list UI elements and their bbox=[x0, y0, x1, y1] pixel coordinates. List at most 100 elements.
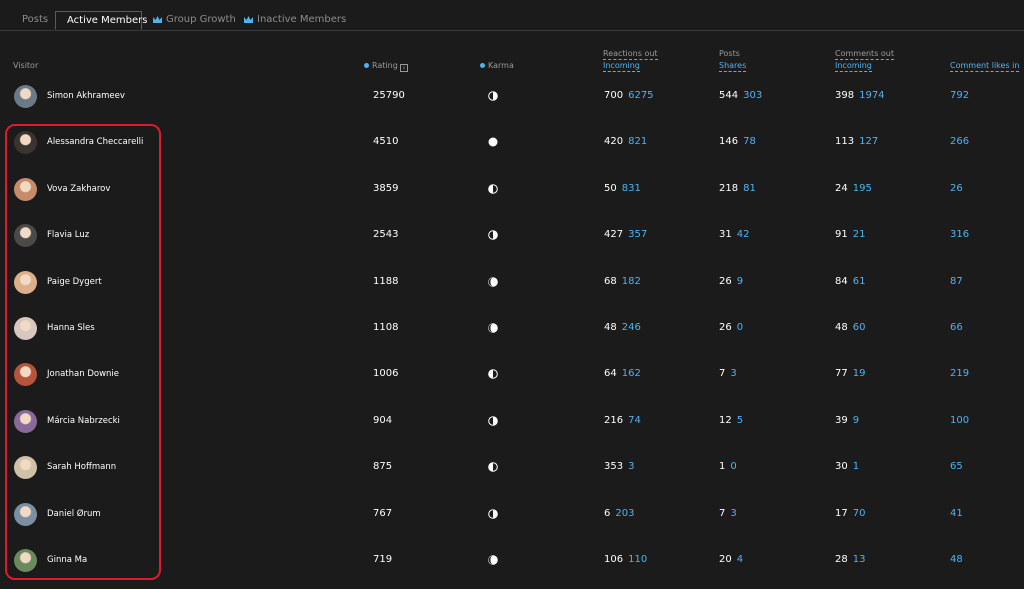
reactions-incoming-value[interactable]: 821 bbox=[628, 136, 647, 147]
tab-inactive-members[interactable]: Inactive Members bbox=[244, 11, 346, 30]
posts-value: 7 bbox=[719, 507, 726, 519]
reactions-incoming-value[interactable]: 110 bbox=[628, 554, 647, 565]
shares-value[interactable]: 3 bbox=[730, 508, 736, 519]
comment-likes-value[interactable]: 219 bbox=[950, 368, 969, 379]
tab-bar: Posts Active Members Group Growth Inacti… bbox=[0, 0, 1024, 31]
crown-icon bbox=[244, 16, 253, 23]
shares-value[interactable]: 81 bbox=[743, 183, 756, 194]
shares-value[interactable]: 0 bbox=[737, 322, 743, 333]
comment-likes-value[interactable]: 41 bbox=[950, 508, 963, 519]
shares-value[interactable]: 303 bbox=[743, 90, 762, 101]
karma-moon-icon bbox=[488, 230, 498, 240]
comment-likes-value[interactable]: 100 bbox=[950, 415, 969, 426]
column-header-shares[interactable]: Shares bbox=[719, 61, 747, 72]
reactions-cell: 64 162 bbox=[604, 368, 641, 379]
posts-value: 544 bbox=[719, 90, 739, 101]
tab-posts[interactable]: Posts bbox=[22, 11, 48, 30]
avatar[interactable] bbox=[14, 85, 37, 108]
reactions-incoming-value[interactable]: 357 bbox=[628, 229, 647, 240]
reactions-incoming-value[interactable]: 831 bbox=[622, 183, 641, 194]
reactions-incoming-value[interactable]: 162 bbox=[622, 368, 641, 379]
posts-cell: 26 9 bbox=[719, 276, 743, 287]
shares-value[interactable]: 5 bbox=[737, 415, 743, 426]
tab-group-growth[interactable]: Group Growth bbox=[153, 11, 236, 30]
shares-value[interactable]: 78 bbox=[743, 136, 756, 147]
rating-value: 3859 bbox=[373, 182, 399, 194]
posts-cell: 218 81 bbox=[719, 183, 756, 194]
column-header-comment-likes-in[interactable]: Comment likes in bbox=[950, 61, 1020, 72]
column-header-comments-incoming[interactable]: Incoming bbox=[835, 61, 872, 72]
shares-value[interactable]: 42 bbox=[737, 229, 750, 240]
comment-likes-value[interactable]: 48 bbox=[950, 554, 963, 565]
rating-value: 719 bbox=[373, 554, 393, 565]
comments-incoming-value[interactable]: 61 bbox=[853, 276, 866, 287]
shares-value[interactable]: 4 bbox=[737, 554, 743, 565]
reactions-cell: 6 203 bbox=[604, 508, 634, 519]
reactions-cell: 700 6275 bbox=[604, 90, 654, 101]
comments-cell: 91 21 bbox=[835, 229, 865, 240]
comments-cell: 17 70 bbox=[835, 508, 865, 519]
comments-incoming-value[interactable]: 21 bbox=[853, 229, 866, 240]
reactions-out-value: 700 bbox=[604, 90, 624, 101]
column-header-posts[interactable]: Posts bbox=[719, 49, 740, 59]
comments-cell: 30 1 bbox=[835, 461, 859, 472]
column-header-comments-out[interactable]: Comments out bbox=[835, 49, 895, 60]
comments-incoming-value[interactable]: 127 bbox=[859, 136, 878, 147]
column-header-karma[interactable]: Karma bbox=[480, 61, 514, 70]
comments-out-value: 17 bbox=[835, 507, 848, 519]
comments-out-value: 24 bbox=[835, 182, 848, 194]
shares-value[interactable]: 3 bbox=[730, 368, 736, 379]
tab-inactive-members-label: Inactive Members bbox=[257, 14, 347, 25]
posts-cell: 12 5 bbox=[719, 415, 743, 426]
comment-likes-value[interactable]: 66 bbox=[950, 322, 963, 333]
member-name-link[interactable]: Simon Akhrameev bbox=[47, 91, 125, 101]
reactions-cell: 427 357 bbox=[604, 229, 647, 240]
reactions-incoming-value[interactable]: 203 bbox=[615, 508, 634, 519]
reactions-incoming-value[interactable]: 6275 bbox=[628, 90, 653, 101]
karma-moon-icon bbox=[488, 555, 498, 565]
comments-incoming-value[interactable]: 1974 bbox=[859, 90, 884, 101]
reactions-cell: 353 3 bbox=[604, 461, 634, 472]
comment-likes-value[interactable]: 65 bbox=[950, 461, 963, 472]
comments-incoming-value[interactable]: 19 bbox=[853, 368, 866, 379]
posts-cell: 26 0 bbox=[719, 322, 743, 333]
reactions-incoming-value[interactable]: 246 bbox=[622, 322, 641, 333]
column-header-reactions-out[interactable]: Reactions out bbox=[603, 49, 658, 60]
rating-value: 1006 bbox=[373, 368, 399, 380]
comments-incoming-value[interactable]: 195 bbox=[853, 183, 872, 194]
rating-value: 904 bbox=[373, 414, 393, 426]
reactions-incoming-value[interactable]: 74 bbox=[628, 415, 641, 426]
comments-incoming-value[interactable]: 1 bbox=[853, 461, 859, 472]
comments-incoming-value[interactable]: 9 bbox=[853, 415, 859, 426]
karma-moon-icon bbox=[488, 323, 498, 333]
highlight-annotation-box bbox=[5, 124, 161, 580]
info-dot-icon bbox=[480, 63, 485, 68]
karma-moon-icon bbox=[488, 369, 498, 380]
reactions-cell: 106 110 bbox=[604, 554, 647, 565]
comments-cell: 28 13 bbox=[835, 554, 865, 565]
comments-incoming-value[interactable]: 60 bbox=[853, 322, 866, 333]
reactions-out-value: 6 bbox=[604, 507, 611, 519]
column-header-reactions-incoming[interactable]: Incoming bbox=[603, 61, 640, 72]
comment-likes-value[interactable]: 316 bbox=[950, 229, 969, 240]
column-header-rating[interactable]: Rating ↓ bbox=[364, 61, 408, 72]
tab-active-members[interactable]: Active Members bbox=[55, 11, 147, 30]
comment-likes-value[interactable]: 792 bbox=[950, 90, 969, 101]
shares-value[interactable]: 9 bbox=[737, 276, 743, 287]
comments-incoming-value[interactable]: 13 bbox=[853, 554, 866, 565]
posts-value: 7 bbox=[719, 368, 726, 380]
posts-cell: 146 78 bbox=[719, 136, 756, 147]
reactions-incoming-value[interactable]: 3 bbox=[628, 461, 634, 472]
reactions-out-value: 64 bbox=[604, 368, 617, 380]
reactions-cell: 48 246 bbox=[604, 322, 641, 333]
rating-value: 1108 bbox=[373, 322, 399, 333]
posts-value: 26 bbox=[719, 322, 732, 333]
posts-value: 146 bbox=[719, 136, 739, 148]
comment-likes-value[interactable]: 26 bbox=[950, 183, 963, 194]
comments-incoming-value[interactable]: 70 bbox=[853, 508, 866, 519]
comment-likes-value[interactable]: 87 bbox=[950, 276, 963, 287]
shares-value[interactable]: 0 bbox=[730, 461, 736, 472]
reactions-incoming-value[interactable]: 182 bbox=[622, 276, 641, 287]
comment-likes-value[interactable]: 266 bbox=[950, 136, 969, 147]
comments-cell: 113 127 bbox=[835, 136, 878, 147]
